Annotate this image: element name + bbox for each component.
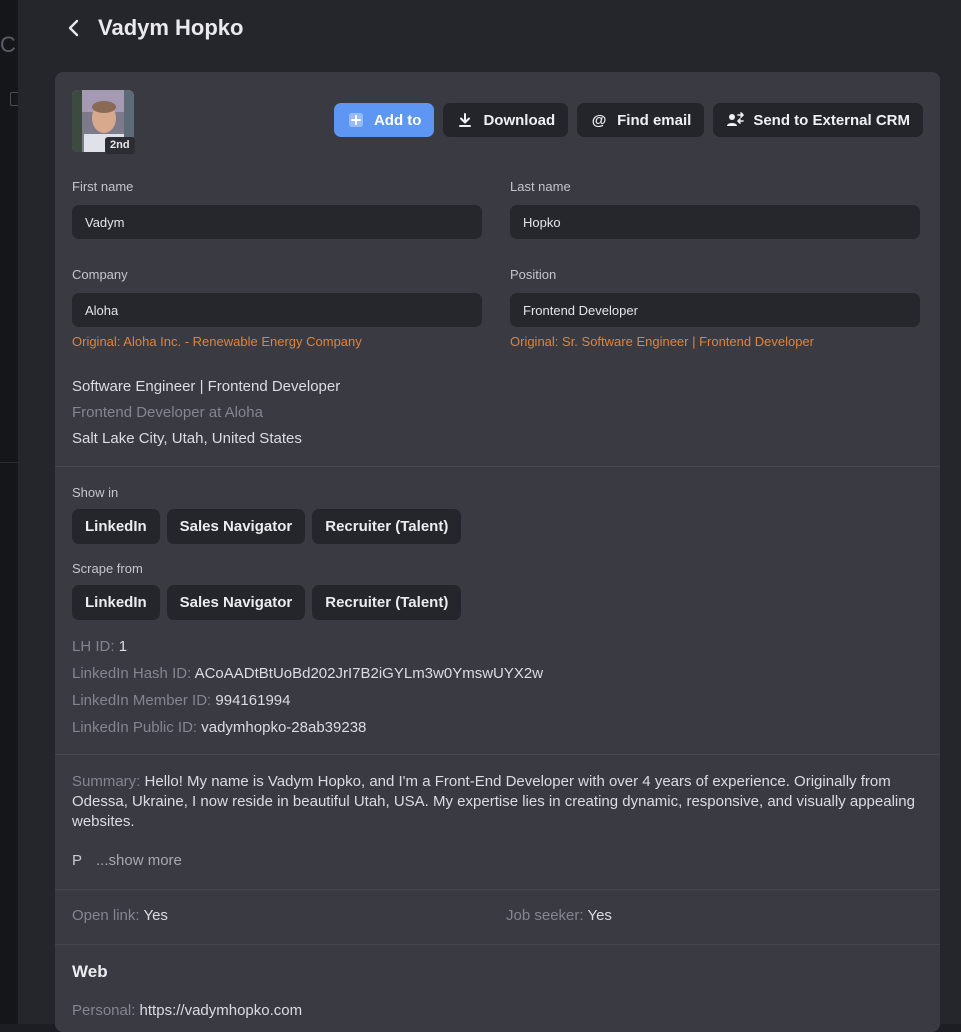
section-divider [55,466,940,467]
position-label: Position [510,267,557,282]
lh-id-label: LH ID: [72,638,115,655]
page-title: Vadym Hopko [98,15,244,40]
public-id-row: LinkedIn Public ID: vadymhopko-28ab39238 [72,719,366,736]
background-app-strip: C [0,0,22,1024]
background-divider [0,462,18,463]
at-sign-icon: @ [591,111,607,129]
hash-id-label: LinkedIn Hash ID: [72,665,192,682]
summary-block: Summary: Hello! My name is Vadym Hopko, … [72,772,922,832]
member-id-value: 994161994 [215,692,291,709]
scrape-from-label: Scrape from [72,561,143,576]
show-in-recruiter-button[interactable]: Recruiter (Talent) [312,509,462,544]
job-seeker-value: Yes [587,907,612,924]
download-label: Download [483,111,556,129]
add-to-button[interactable]: Add to [333,103,435,137]
web-personal-label: Personal: [72,1002,136,1019]
scrape-from-linkedin-button[interactable]: LinkedIn [72,585,160,620]
users-transfer-icon [726,111,745,129]
member-id-row: LinkedIn Member ID: 994161994 [72,692,291,709]
connection-degree-badge: 2nd [105,137,135,154]
public-id-label: LinkedIn Public ID: [72,719,198,736]
action-toolbar: Add to Download @ Find email Send to Ext… [333,103,923,137]
show-more-link[interactable]: ...show more [96,852,182,869]
chevron-left-icon [68,19,79,37]
profile-drawer: Vadym Hopko 2nd Add to Download @ Find e… [18,0,961,1032]
lh-id-value: 1 [118,638,128,655]
open-link-row: Open link: Yes [72,907,168,924]
show-in-label: Show in [72,485,119,500]
back-button[interactable] [62,16,86,40]
find-email-button[interactable]: @ Find email [577,103,705,137]
position-original: Original: Sr. Software Engineer | Fronte… [510,334,814,349]
web-personal-link[interactable]: https://vadymhopko.com [140,1002,303,1019]
job-seeker-label: Job seeker: [506,907,584,924]
lh-id-row: LH ID: 1 [72,638,127,655]
summary-label: Summary: [72,773,141,790]
company-label: Company [72,267,128,282]
download-icon [456,111,474,129]
open-link-value: Yes [143,907,168,924]
member-id-label: LinkedIn Member ID: [72,692,212,709]
web-section-title: Web [72,962,108,981]
position-field[interactable] [510,293,920,327]
show-in-linkedin-button[interactable]: LinkedIn [72,509,160,544]
web-personal-row: Personal: https://vadymhopko.com [72,1002,302,1019]
section-divider [55,944,940,945]
find-email-label: Find email [617,111,692,129]
section-divider [55,754,940,755]
profile-card: 2nd Add to Download @ Find email Send to… [55,72,940,1032]
current-role: Frontend Developer at Aloha [72,404,263,421]
hash-id-value: ACoAADtBtUoBd202JrI7B2iGYLm3w0YmswUYX2w [194,665,544,682]
send-to-crm-label: Send to External CRM [753,111,910,129]
scrape-from-chips: LinkedIn Sales Navigator Recruiter (Tale… [72,585,462,620]
show-in-sales-navigator-button[interactable]: Sales Navigator [166,509,306,544]
public-id-value: vadymhopko-28ab39238 [201,719,367,736]
download-button[interactable]: Download [443,103,569,137]
scrape-from-recruiter-button[interactable]: Recruiter (Talent) [312,585,462,620]
background-app-letter: C [0,32,16,57]
scrape-from-sales-navigator-button[interactable]: Sales Navigator [166,585,306,620]
drawer-header: Vadym Hopko [18,0,961,58]
job-seeker-row: Job seeker: Yes [506,907,612,924]
company-field[interactable] [72,293,482,327]
add-to-label: Add to [373,111,422,129]
summary-more-row: P ...show more [72,852,182,869]
first-name-field[interactable] [72,205,482,239]
last-name-label: Last name [510,179,571,194]
send-to-crm-button[interactable]: Send to External CRM [713,103,923,137]
last-name-field[interactable] [510,205,920,239]
section-divider [55,889,940,890]
hash-id-row: LinkedIn Hash ID: ACoAADtBtUoBd202JrI7B2… [72,665,543,682]
summary-truncated-text: P [72,852,83,869]
profile-headline: Software Engineer | Frontend Developer [72,378,341,395]
plus-square-icon [347,111,365,129]
show-in-chips: LinkedIn Sales Navigator Recruiter (Tale… [72,509,462,544]
summary-text: Hello! My name is Vadym Hopko, and I'm a… [72,773,915,830]
first-name-label: First name [72,179,134,194]
location: Salt Lake City, Utah, United States [72,430,302,447]
open-link-label: Open link: [72,907,140,924]
company-original: Original: Aloha Inc. - Renewable Energy … [72,334,362,349]
